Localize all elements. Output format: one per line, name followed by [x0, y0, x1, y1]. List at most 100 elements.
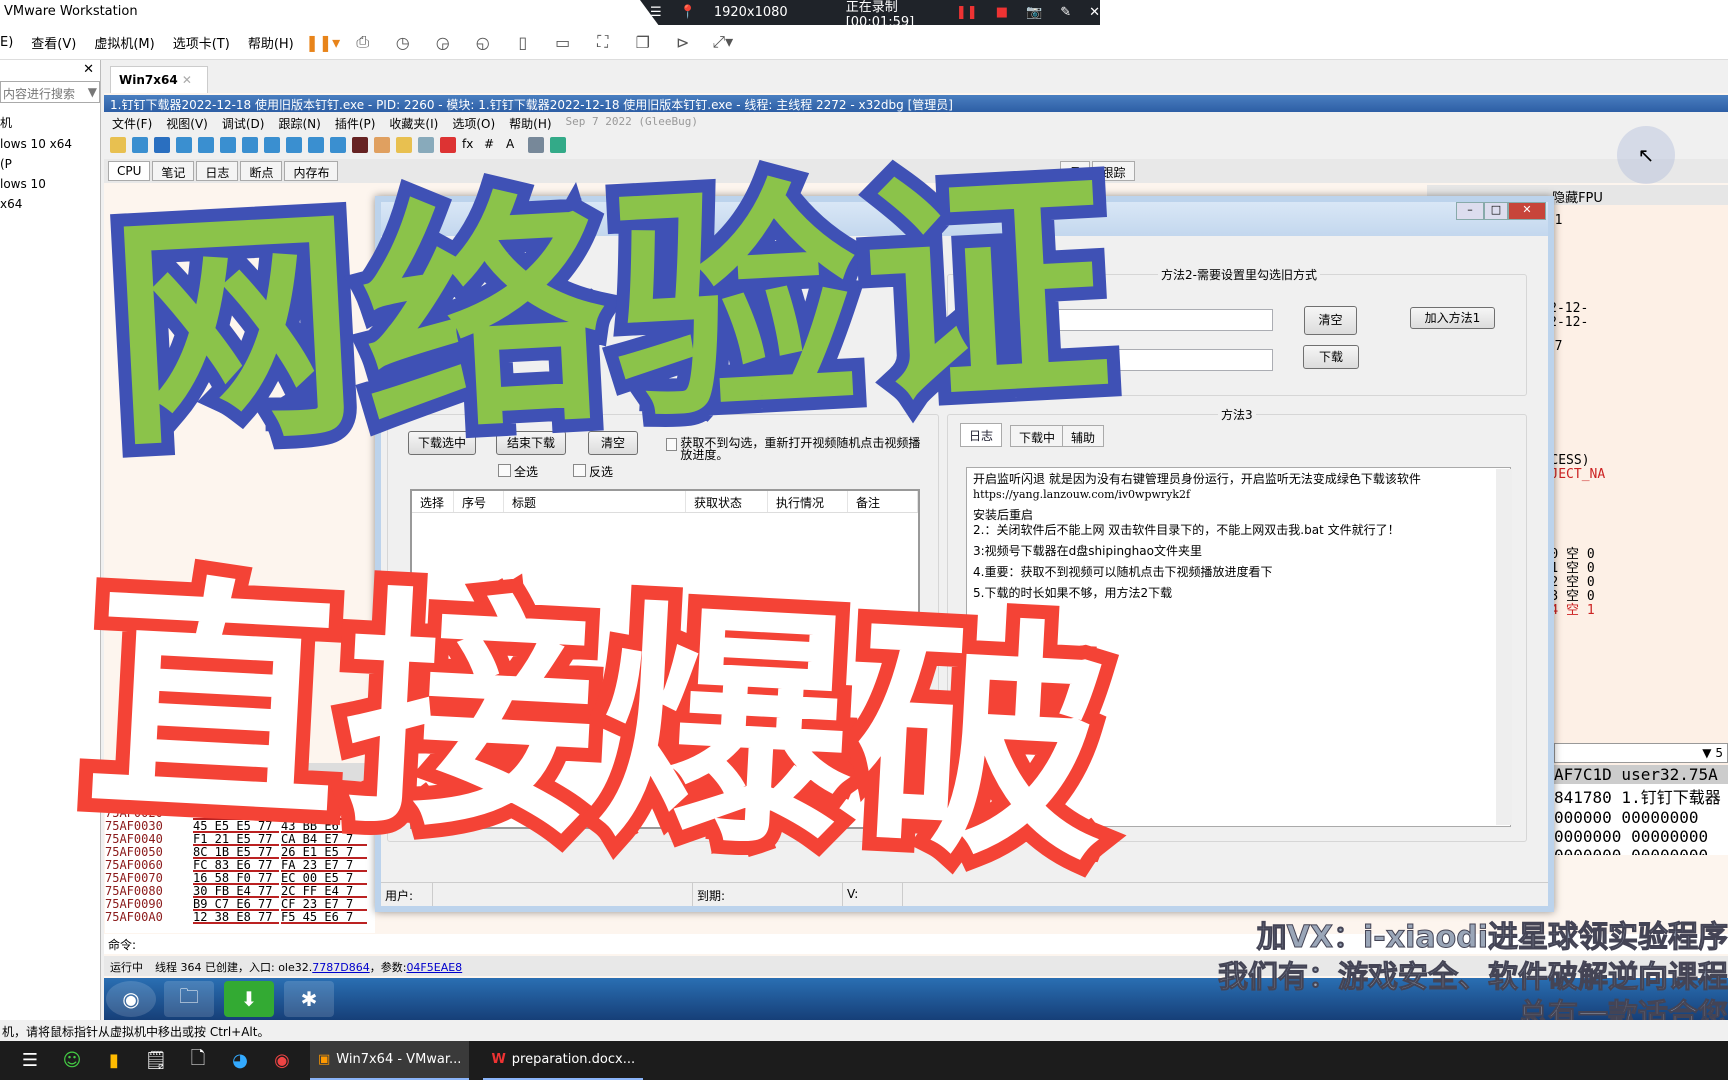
stack-line: 0000000 00000000 [1554, 827, 1709, 846]
close-icon[interactable]: ✕ [1089, 5, 1100, 20]
tab-win7x64[interactable]: Win7x64 ✕ [110, 66, 208, 93]
debug-state: 运行中 [110, 961, 143, 974]
stack-line: 841780 1.钉钉下载器 [1554, 788, 1721, 807]
vmware-status-text: 机，请将鼠标指针从虚拟机中移出或按 Ctrl+Alt。 [2, 1025, 270, 1039]
start-button-icon[interactable]: ◉ [106, 981, 156, 1017]
notepad-icon[interactable]: 🗒 [142, 1047, 170, 1075]
x32dbg-icon[interactable]: ✱ [284, 981, 334, 1017]
headline-bottom: 直接爆破 [68, 537, 1134, 909]
dump-address: 75AF00A0 [105, 910, 163, 924]
edge-icon[interactable]: ◕ [226, 1047, 254, 1075]
menu-edit[interactable]: E) [0, 35, 13, 50]
entry-link[interactable]: 7787D864 [312, 961, 369, 974]
download-app-icon[interactable]: ⬇ [224, 981, 274, 1017]
menu-view[interactable]: 视图(V) [166, 115, 208, 131]
add-to-method1-button[interactable]: 加入方法1 [1410, 307, 1495, 329]
close-icon[interactable]: ✕ [1508, 202, 1546, 220]
pin-icon[interactable]: 📍 [680, 5, 696, 20]
chrome-icon[interactable]: ◉ [268, 1047, 296, 1075]
stack-line: 0000000 00000000 [1554, 846, 1728, 855]
menu-debug[interactable]: 调试(D) [222, 115, 265, 131]
user-label: 用户: [381, 883, 433, 906]
wps-icon: W [491, 1052, 506, 1067]
camera-icon[interactable]: 📷 [1026, 5, 1042, 20]
vmware-icon: ▣ [318, 1052, 331, 1067]
app-icon[interactable]: ▮ [100, 1047, 128, 1075]
mouse-cursor-icon: ↖ [1617, 126, 1675, 184]
pause-recording-icon[interactable]: ❚❚ [956, 5, 978, 20]
stack-panel[interactable]: AF7C1D user32.75A 841780 1.钉钉下载器 000000 … [1554, 765, 1728, 855]
snapshot-manager-icon[interactable]: ◵ [472, 31, 494, 53]
tab-label: Win7x64 [119, 73, 178, 87]
taskbar-wps[interactable]: Wpreparation.docx... [483, 1041, 644, 1080]
thumbnail-icon[interactable]: ▭ [552, 31, 574, 53]
recording-bar: ☰ 📍 1920x1080 正在录制 [00:01:59] ❚❚ ■ 📷 ✎ ✕ [640, 0, 1100, 25]
log-line: 安装后重启 [973, 508, 1034, 522]
stack-line: 000000 00000000 [1554, 808, 1699, 827]
method2-download-button[interactable]: 下载 [1303, 345, 1359, 369]
stop-recording-icon[interactable]: ■ [996, 5, 1008, 20]
column-note[interactable]: 备注 [848, 491, 918, 512]
param-link[interactable]: 04F5EAE8 [406, 961, 462, 974]
revert-snapshot-icon[interactable]: ◶ [432, 31, 454, 53]
explorer-icon[interactable]: 🗀 [164, 981, 214, 1017]
taskbar-window-label: preparation.docx... [511, 1052, 636, 1067]
column-execution[interactable]: 执行情况 [768, 491, 848, 512]
menu-vm[interactable]: 虚拟机(M) [94, 33, 154, 52]
library-search-input[interactable]: 内容进行搜索 ▼ [0, 81, 100, 103]
library-item[interactable]: (P [0, 154, 100, 174]
library-view-icon[interactable]: ▯ [512, 31, 534, 53]
method3-label: 方法3 [1218, 406, 1256, 423]
method2-label: 方法2-需要设置里勾选旧方式 [1158, 266, 1320, 283]
column-fetch-status[interactable]: 获取状态 [686, 491, 768, 512]
library-item[interactable]: lows 10 x64 [0, 134, 100, 154]
vmware-toolbar: E) 查看(V) 虚拟机(M) 选项卡(T) 帮助(H) ❚❚▾ ⎙ ◷ ◶ ◵… [0, 25, 1728, 60]
new-file-icon[interactable]: 🗋 [184, 1047, 212, 1075]
log-line: https://yang.lanzouw.com/iv0wpwryk2f [973, 488, 1191, 501]
close-library-icon[interactable]: ✕ [0, 60, 100, 79]
stack-line: AF7C1D user32.75A [1554, 765, 1728, 784]
column-title[interactable]: 标题 [504, 491, 686, 512]
console-icon[interactable]: ⊳ [672, 31, 694, 53]
windows-taskbar: ☰ ☺ ▮ 🗒 🗋 ◕ ◉ ▣ Win7x64 - VMwar... Wprepa… [0, 1041, 1728, 1080]
stretch-icon[interactable]: ⤢▾ [712, 31, 734, 53]
menu-view[interactable]: 查看(V) [31, 33, 76, 52]
library-item[interactable]: x64 [0, 194, 100, 214]
param-label: ，参数: [369, 961, 407, 974]
snapshot-icon[interactable]: ◷ [392, 31, 414, 53]
pause-icon[interactable]: ❚❚▾ [305, 31, 340, 53]
chevron-down-icon[interactable]: ▼ [88, 85, 97, 99]
taskbar-window-label: Win7x64 - VMwar... [336, 1052, 462, 1067]
method2-clear-button[interactable]: 清空 [1304, 306, 1357, 335]
minimize-icon[interactable]: – [1456, 202, 1484, 220]
log-line: 开启监听闪退 就是因为没有右键管理员身份运行，开启监听无法变成绿色下载该软件 [973, 472, 1421, 486]
maximize-icon[interactable]: □ [1484, 202, 1508, 220]
chevron-down-icon: ▼ [1702, 746, 1712, 760]
command-label: 命令: [108, 938, 137, 952]
hide-fpu-label: 隐藏FPU [1552, 191, 1603, 206]
task-view-icon[interactable]: ☰ [16, 1047, 44, 1075]
menu-file[interactable]: 文件(F) [112, 115, 152, 131]
menu-help[interactable]: 帮助(H) [248, 33, 294, 52]
stack-combo-value: 5 [1715, 746, 1723, 760]
dump-row[interactable]: 75AF00A0 12 38 E8 77 F5 45 E6 7 [105, 911, 375, 924]
taskbar-vmware[interactable]: ▣ Win7x64 - VMwar... [310, 1041, 470, 1080]
library-panel: ✕ 内容进行搜索 ▼ 机 lows 10 x64 (P lows 10 x64 [0, 60, 101, 1020]
pen-icon[interactable]: ✎ [1060, 5, 1071, 20]
stack-combo[interactable]: ▼ 5 [1554, 743, 1728, 763]
dump-bytes: F5 45 E6 7 [281, 911, 367, 924]
headline-top: 网络验证 [91, 130, 1135, 493]
dump-bytes: 12 38 E8 77 [193, 911, 279, 924]
library-item[interactable]: 机 [0, 111, 100, 134]
wechat-icon[interactable]: ☺ [58, 1047, 86, 1075]
library-item[interactable]: lows 10 [0, 174, 100, 194]
send-keys-icon[interactable]: ⎙ [352, 31, 374, 53]
column-select[interactable]: 选择 [412, 491, 454, 512]
close-tab-icon[interactable]: ✕ [182, 73, 192, 87]
column-index[interactable]: 序号 [454, 491, 504, 512]
menu-tabs[interactable]: 选项卡(T) [173, 33, 230, 52]
app-title: VMware Workstation [4, 4, 138, 19]
fullscreen-icon[interactable]: ⛶ [592, 31, 614, 53]
unity-icon[interactable]: ❐ [632, 31, 654, 53]
log-scrollbar[interactable] [1496, 469, 1512, 825]
